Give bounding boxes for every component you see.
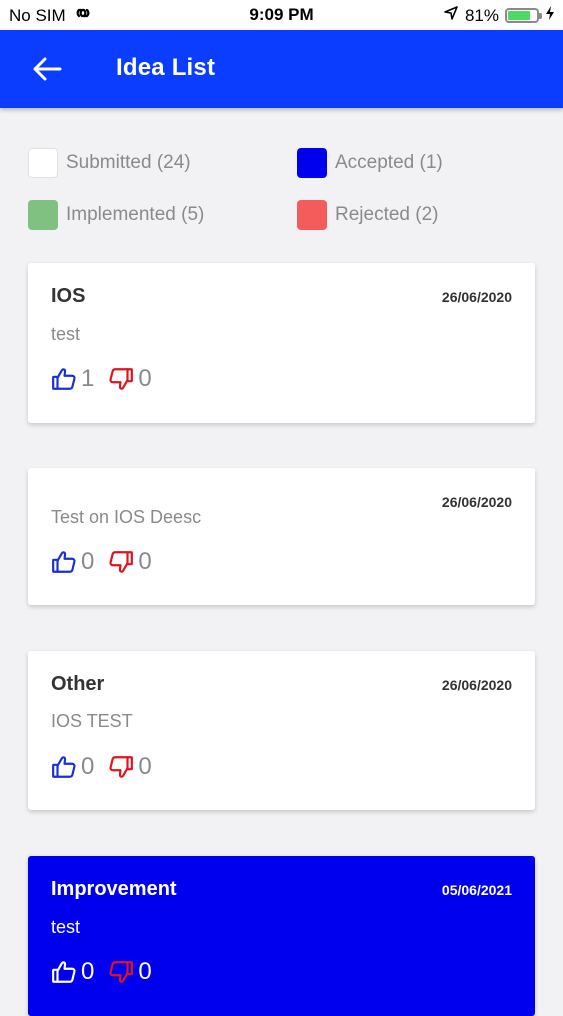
- like-count: 0: [81, 753, 95, 780]
- thumbs-up-icon[interactable]: [51, 366, 77, 392]
- dislike-count: 0: [138, 548, 152, 575]
- charging-bolt-icon: [545, 5, 555, 26]
- dislike-count: 0: [138, 958, 152, 985]
- thumbs-up-icon[interactable]: [51, 549, 77, 575]
- idea-date: 26/06/2020: [441, 677, 512, 693]
- legend-item-submitted[interactable]: Submitted (24): [28, 148, 191, 178]
- idea-description: test: [51, 917, 81, 937]
- back-button[interactable]: [30, 54, 64, 84]
- legend-item-implemented[interactable]: Implemented (5): [28, 200, 204, 230]
- thumbs-down-icon[interactable]: [108, 959, 134, 985]
- location-arrow-icon: [443, 5, 459, 26]
- status-right: 81%: [443, 5, 555, 26]
- idea-date: 26/06/2020: [441, 494, 512, 510]
- thumbs-up-icon[interactable]: [51, 959, 77, 985]
- legend-item-accepted[interactable]: Accepted (1): [297, 148, 443, 178]
- dislike-count: 0: [138, 753, 152, 780]
- like-count: 0: [81, 548, 95, 575]
- legend-label: Implemented (5): [66, 204, 205, 225]
- page-title: Idea List: [116, 54, 216, 81]
- legend-swatch: [28, 200, 58, 230]
- thumbs-down-icon[interactable]: [108, 366, 134, 392]
- idea-card[interactable]: IOS 26/06/2020 test 1 0: [28, 263, 535, 423]
- idea-card[interactable]: 26/06/2020 Test on IOS Deesc 0 0: [28, 468, 535, 605]
- legend-swatch: [297, 148, 327, 178]
- thumbs-down-icon[interactable]: [108, 549, 134, 575]
- vote-row: 0 0: [51, 548, 166, 576]
- idea-date: 26/06/2020: [441, 289, 512, 305]
- vote-row: 1 0: [51, 365, 166, 393]
- arrow-left-icon: [33, 57, 62, 81]
- legend-item-rejected[interactable]: Rejected (2): [297, 200, 439, 230]
- idea-description: test: [51, 324, 81, 344]
- app-header: Idea List: [0, 30, 563, 108]
- dislike-count: 0: [138, 365, 152, 392]
- battery-icon: [505, 8, 542, 23]
- thumbs-down-icon[interactable]: [108, 754, 134, 780]
- idea-title: IOS: [51, 285, 86, 307]
- status-legend: Submitted (24) Accepted (1) Implemented …: [28, 148, 538, 238]
- legend-label: Rejected (2): [335, 204, 439, 225]
- idea-description: Test on IOS Deesc: [51, 507, 202, 527]
- legend-label: Submitted (24): [66, 152, 191, 173]
- idea-description: IOS TEST: [51, 711, 133, 731]
- thumbs-up-icon[interactable]: [51, 754, 77, 780]
- idea-card-accepted[interactable]: Improvement 05/06/2021 test 0 0: [28, 856, 535, 1016]
- battery-percent: 81%: [464, 5, 499, 25]
- vote-row: 0 0: [51, 958, 166, 986]
- status-bar: No SIM 9:09 PM 81%: [0, 0, 563, 30]
- idea-card[interactable]: Other 26/06/2020 IOS TEST 0 0: [28, 651, 535, 810]
- vote-row: 0 0: [51, 753, 166, 781]
- like-count: 1: [81, 365, 95, 392]
- idea-date: 05/06/2021: [441, 882, 512, 898]
- idea-title: Other: [51, 673, 105, 695]
- legend-swatch: [297, 200, 327, 230]
- like-count: 0: [81, 958, 95, 985]
- legend-label: Accepted (1): [335, 152, 443, 173]
- legend-swatch: [28, 148, 58, 178]
- idea-title: Improvement: [51, 878, 177, 900]
